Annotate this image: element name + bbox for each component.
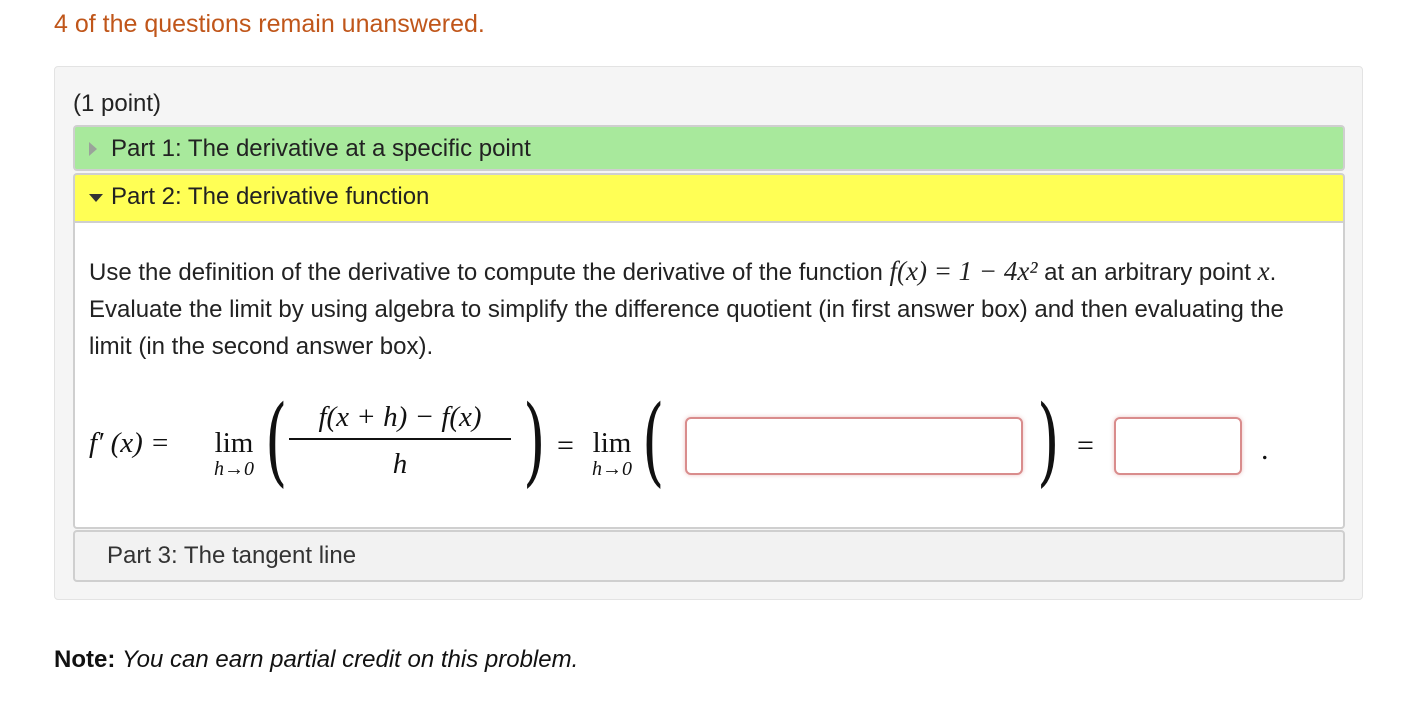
question-text-1: Use the definition of the derivative to … xyxy=(89,259,890,286)
partial-credit-note: Note: You can earn partial credit on thi… xyxy=(54,646,578,674)
question-text-2: at an arbitrary point xyxy=(1037,259,1258,286)
part-1-label: Part 1: The derivative at a specific poi… xyxy=(111,135,531,162)
note-text: You can earn partial credit on this prob… xyxy=(122,646,579,673)
answer-input-2[interactable] xyxy=(1114,417,1242,475)
left-paren-1: ( xyxy=(265,385,288,497)
caret-right-icon xyxy=(89,142,97,156)
note-label: Note: xyxy=(54,646,116,673)
part-2-header[interactable]: Part 2: The derivative function xyxy=(73,173,1345,221)
equals-sign-1: = xyxy=(557,429,574,462)
limit-2: lim h→0 xyxy=(592,427,632,480)
part-2-label: Part 2: The derivative function xyxy=(111,183,430,210)
part-3-header[interactable]: Part 3: The tangent line xyxy=(73,530,1345,582)
caret-down-icon xyxy=(89,194,103,202)
formula-lhs: f′ (x) = xyxy=(89,427,170,459)
terminal-period: . xyxy=(1261,433,1269,466)
left-paren-2: ( xyxy=(642,385,665,497)
difference-quotient: f(x + h) − f(x) h xyxy=(289,401,511,481)
part-2-content: Use the definition of the derivative to … xyxy=(73,221,1345,529)
part-1-header[interactable]: Part 1: The derivative at a specific poi… xyxy=(73,125,1345,171)
limit-1: lim h→0 xyxy=(214,427,254,480)
question-text: Use the definition of the derivative to … xyxy=(89,253,1329,365)
right-paren-1: ) xyxy=(523,385,546,497)
difference-quotient-numerator: f(x + h) − f(x) xyxy=(318,401,482,433)
part-3-label: Part 3: The tangent line xyxy=(107,542,357,569)
difference-quotient-denominator: h xyxy=(392,448,408,480)
variable-x: x xyxy=(1257,256,1270,286)
equals-sign-2: = xyxy=(1077,429,1094,462)
problem-container: (1 point) Part 1: The derivative at a sp… xyxy=(54,66,1363,600)
unanswered-status: 4 of the questions remain unanswered. xyxy=(54,10,485,38)
answer-input-1[interactable] xyxy=(685,417,1023,475)
function-expression: f(x) = 1 − 4x² xyxy=(889,256,1038,286)
derivative-formula: f′ (x) = lim h→0 ( f(x + h) − f(x) h ) =… xyxy=(89,393,1329,503)
points-label: (1 point) xyxy=(73,90,162,117)
right-paren-2: ) xyxy=(1037,385,1060,497)
